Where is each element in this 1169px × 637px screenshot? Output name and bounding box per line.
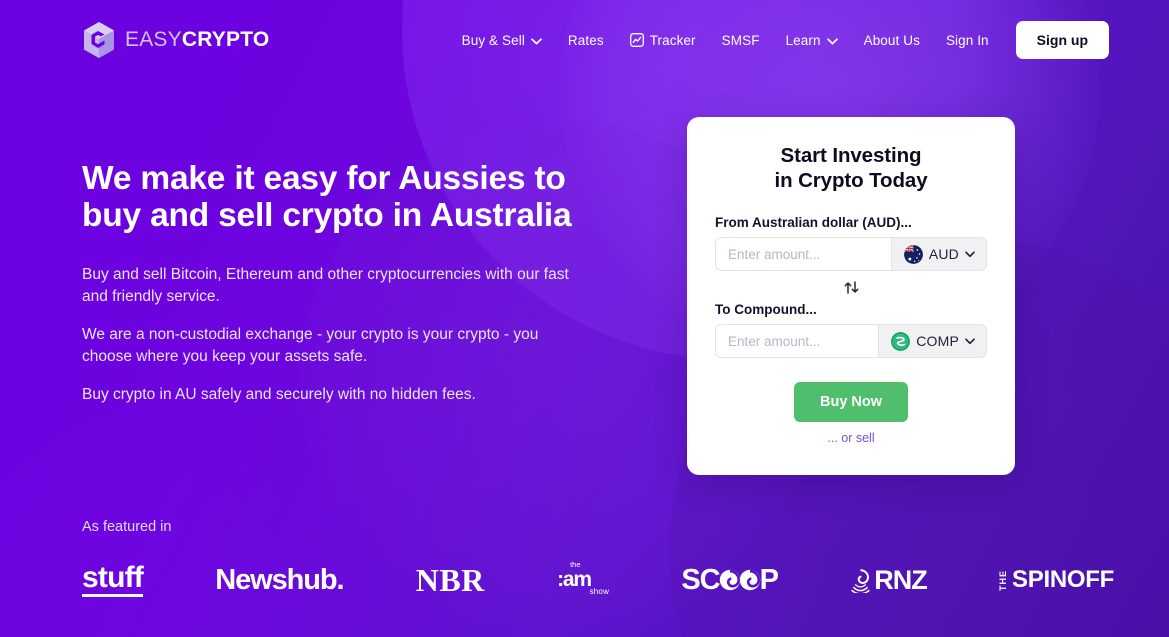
card-title: Start Investing in Crypto Today <box>715 143 987 193</box>
press-logo-the-spinoff[interactable]: THE SPINOFF <box>998 566 1114 593</box>
buy-crypto-card: Start Investing in Crypto Today From Aus… <box>687 117 1015 475</box>
from-amount-input[interactable] <box>715 237 891 271</box>
nav-item-learn[interactable]: Learn <box>773 25 851 56</box>
chevron-down-icon <box>965 250 975 257</box>
scoop-spiral-icon <box>719 569 740 591</box>
chevron-down-icon <box>965 337 975 344</box>
press-logo-rnz-text: RNZ <box>874 564 927 595</box>
easycrypto-cube-icon <box>84 22 114 58</box>
nav-label-sign-in: Sign In <box>945 32 989 48</box>
press-logo-stuff-text: stuff <box>82 563 144 597</box>
logo-text-crypto: CRYPTO <box>181 28 270 51</box>
press-logo-scoop-left: SC <box>681 563 720 596</box>
logo-home-link[interactable]: EASYCRYPTO <box>82 21 269 59</box>
nav-item-buy-and-sell[interactable]: Buy & Sell <box>449 25 555 56</box>
press-logo-stuff[interactable]: stuff <box>82 563 144 597</box>
to-currency-code: COMP <box>916 333 959 349</box>
australia-flag-icon <box>903 244 923 264</box>
sign-up-button[interactable]: Sign up <box>1015 21 1109 59</box>
headline-line-2: buy and sell crypto in Australia <box>82 197 572 234</box>
nav-item-rates[interactable]: Rates <box>555 25 617 56</box>
to-currency-select[interactable]: COMP <box>878 324 987 358</box>
press-logo-scoop-right: P <box>759 563 779 596</box>
card-title-line-2: in Crypto Today <box>774 169 928 192</box>
swap-currencies-button[interactable] <box>839 279 864 296</box>
to-field-label: To Compound... <box>715 302 817 317</box>
nav-item-about-us[interactable]: About Us <box>851 25 933 56</box>
nav-item-sign-in[interactable]: Sign In <box>933 25 1002 56</box>
from-field-label: From Australian dollar (AUD)... <box>715 215 912 230</box>
nav-item-smsf[interactable]: SMSF <box>709 25 773 56</box>
rnz-koru-icon <box>851 569 871 593</box>
or-sell-link[interactable]: ... or sell <box>715 431 987 445</box>
to-amount-input[interactable] <box>715 324 879 358</box>
featured-logos-row: stuff Newshub. NBR the :am show SC P RNZ… <box>82 561 1129 599</box>
nav-label-rates: Rates <box>567 32 604 48</box>
nav-label-smsf: SMSF <box>721 32 760 48</box>
card-title-line-1: Start Investing <box>780 144 922 167</box>
buy-now-button[interactable]: Buy Now <box>793 382 909 422</box>
press-logo-newshub[interactable]: Newshub. <box>215 563 344 596</box>
from-currency-code: AUD <box>928 246 959 262</box>
logo-text-easy: EASY <box>125 28 182 51</box>
hero-paragraph-3: Buy crypto in AU safely and securely wit… <box>82 386 476 403</box>
compound-coin-icon <box>891 331 911 351</box>
press-logo-nbr[interactable]: NBR <box>416 564 485 596</box>
featured-in-label: As featured in <box>82 519 172 535</box>
headline-line-1: We make it easy for Aussies to <box>82 160 566 197</box>
press-logo-spinoff-the: THE <box>998 569 1009 591</box>
nav-label-about-us: About Us <box>863 32 920 48</box>
from-currency-select[interactable]: AUD <box>890 237 987 271</box>
hero-content: We make it easy for Aussies to buy and s… <box>82 160 602 406</box>
press-logo-spinoff-main: SPINOFF <box>1012 566 1114 593</box>
featured-in-section: As featured in stuff Newshub. NBR the :a… <box>82 519 1129 599</box>
page-title: We make it easy for Aussies to buy and s… <box>82 160 602 234</box>
press-logo-the-am-show[interactable]: the :am show <box>557 561 609 599</box>
swap-row <box>715 274 987 300</box>
press-logo-am-show-main: :am <box>557 568 592 591</box>
background-blob-e <box>0 397 460 637</box>
nav-label-buy-and-sell: Buy & Sell <box>461 32 525 48</box>
hero-paragraph-1: Buy and sell Bitcoin, Ethereum and other… <box>82 266 569 305</box>
logo-wordmark: EASYCRYPTO <box>125 28 269 52</box>
nav-label-tracker: Tracker <box>649 32 696 48</box>
chart-tracker-icon <box>629 33 644 47</box>
swap-up-down-arrows-icon <box>844 280 858 294</box>
press-logo-nbr-text: NBR <box>415 562 485 598</box>
scoop-spiral-icon <box>739 569 760 591</box>
nav-item-tracker[interactable]: Tracker <box>617 25 709 56</box>
chevron-down-icon <box>531 37 542 44</box>
press-logo-rnz[interactable]: RNZ <box>850 564 928 595</box>
press-logo-newshub-text: Newshub. <box>215 563 344 596</box>
nav-label-learn: Learn <box>785 32 821 48</box>
press-logo-scoop[interactable]: SC P <box>681 563 779 596</box>
hero-paragraph-2: We are a non-custodial exchange - your c… <box>82 326 539 365</box>
from-input-group: AUD <box>715 237 987 271</box>
chevron-down-icon <box>826 37 838 44</box>
press-logo-am-show-show: show <box>589 587 610 596</box>
site-header: EASYCRYPTO Buy & Sell Rates Tracker SMSF… <box>0 0 1169 80</box>
page-root: EASYCRYPTO Buy & Sell Rates Tracker SMSF… <box>0 0 1169 637</box>
main-navigation: Buy & Sell Rates Tracker SMSF Learn Abou… <box>449 21 1109 59</box>
to-input-group: COMP <box>715 324 987 358</box>
